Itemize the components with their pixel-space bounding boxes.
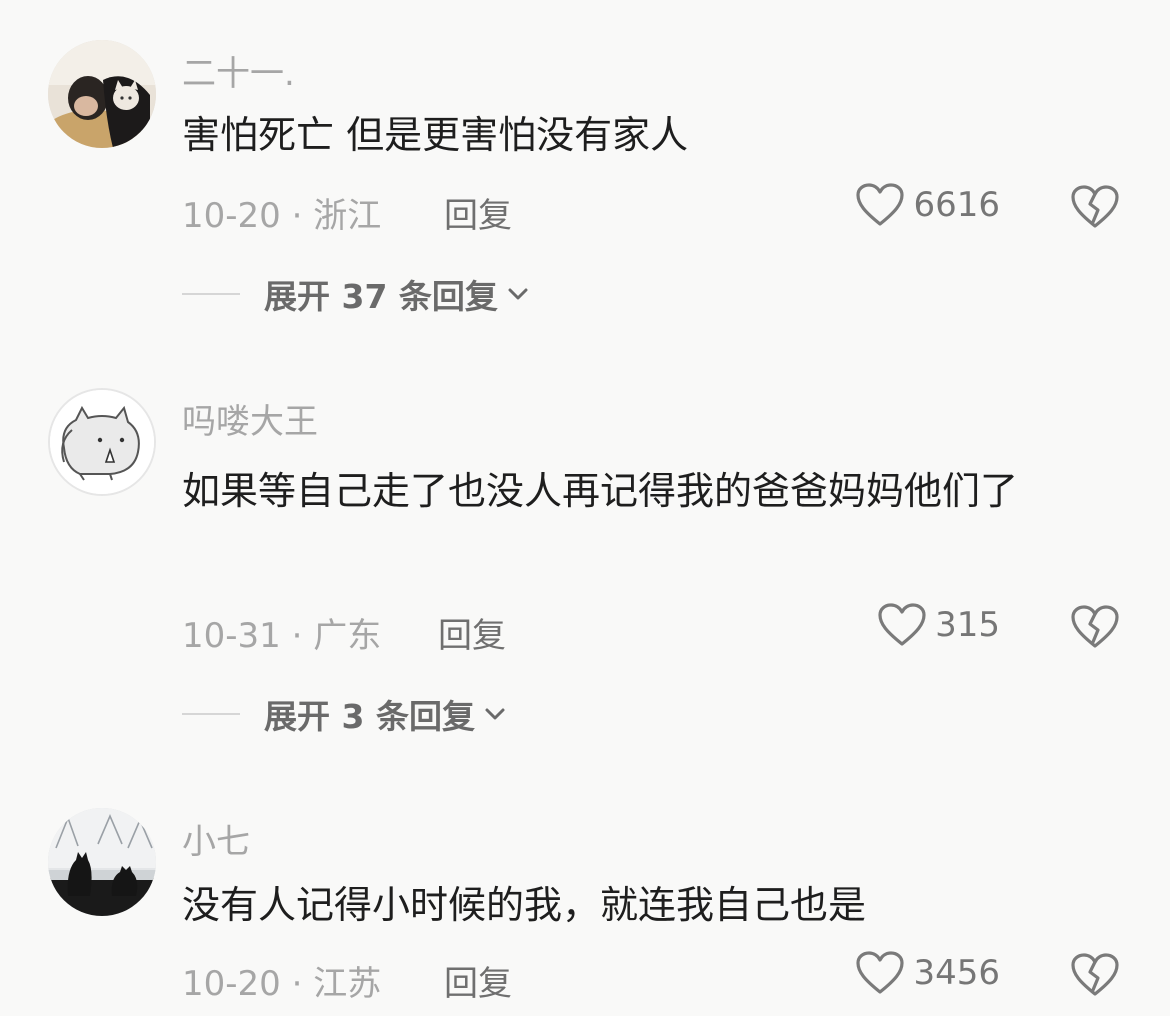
expand-replies-label: 展开 3 条回复 xyxy=(264,697,475,736)
chevron-down-icon xyxy=(485,708,505,720)
reply-button[interactable]: 回复 xyxy=(444,188,512,237)
expand-divider xyxy=(182,713,240,715)
like-count: 3456 xyxy=(913,953,1000,993)
like-button[interactable]: 6616 xyxy=(855,182,1000,228)
heart-icon xyxy=(878,603,926,646)
avatar-person-with-cat-icon xyxy=(48,40,156,148)
expand-replies-button[interactable]: 展开 3 条回复 xyxy=(182,690,507,738)
like-button[interactable]: 3456 xyxy=(855,950,1000,996)
comment-username[interactable]: 吗喽大王 xyxy=(182,394,318,443)
chevron-down-icon xyxy=(508,288,528,300)
like-count: 315 xyxy=(935,605,1000,645)
avatar-cartoon-animal-icon xyxy=(50,390,154,494)
expand-replies-label: 展开 37 条回复 xyxy=(264,277,498,316)
comment-date-location: 10-20 · 浙江 xyxy=(182,196,382,236)
comment-username[interactable]: 二十一. xyxy=(182,46,295,95)
expand-replies-button[interactable]: 展开 37 条回复 xyxy=(182,270,530,318)
broken-heart-icon xyxy=(1071,953,1119,996)
like-button[interactable]: 315 xyxy=(877,602,1000,648)
avatar[interactable] xyxy=(48,40,156,148)
heart-icon xyxy=(856,183,905,226)
comment-date-location: 10-20 · 江苏 xyxy=(182,964,382,1004)
dislike-button[interactable] xyxy=(1070,952,1120,1002)
heart-icon xyxy=(856,951,905,994)
avatar[interactable] xyxy=(48,808,156,916)
comment-text: 害怕死亡 但是更害怕没有家人 xyxy=(182,113,689,157)
expand-divider xyxy=(182,293,240,295)
avatar[interactable] xyxy=(48,388,156,496)
dislike-button[interactable] xyxy=(1070,184,1120,234)
like-count: 6616 xyxy=(913,185,1000,225)
comment-username[interactable]: 小七 xyxy=(182,814,250,863)
dislike-button[interactable] xyxy=(1070,604,1120,654)
broken-heart-icon xyxy=(1071,605,1119,648)
comment-text: 没有人记得小时候的我，就连我自己也是 xyxy=(182,883,867,927)
avatar-cats-in-snow-icon xyxy=(48,808,156,916)
comment-date-location: 10-31 · 广东 xyxy=(182,616,382,656)
comment-text: 如果等自己走了也没人再记得我的爸爸妈妈他们了 xyxy=(182,469,1019,513)
broken-heart-icon xyxy=(1071,185,1119,228)
reply-button[interactable]: 回复 xyxy=(444,956,512,1005)
reply-button[interactable]: 回复 xyxy=(438,608,506,657)
